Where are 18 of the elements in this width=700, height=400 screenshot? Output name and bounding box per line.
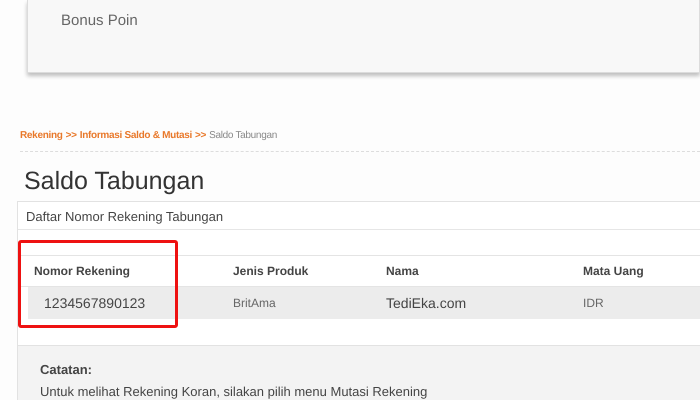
card-label: Bonus Poin [61, 11, 139, 31]
note-heading: Catatan: [40, 361, 94, 379]
breadcrumb-link[interactable]: Informasi Saldo & Mutasi [80, 128, 192, 143]
page-title: Saldo Tabungan [24, 166, 206, 196]
breadcrumb-link[interactable]: Rekening [20, 128, 63, 143]
column-header: Jenis Produk [233, 264, 308, 278]
table-cell: BritAma [233, 296, 276, 310]
column-header: Nama [386, 264, 419, 278]
table-cell: TediEka.com [386, 294, 466, 310]
table-cell: 1234567890123 [44, 294, 146, 310]
breadcrumb-current: Saldo Tabungan [209, 129, 277, 143]
breadcrumb-separator: >> [66, 129, 77, 143]
table-cell: IDR [583, 296, 604, 310]
breadcrumb-separator: >> [194, 129, 206, 143]
note-text: Untuk melihat Rekening Koran, silakan pilih menu Mutasi Rekening [40, 382, 428, 400]
column-header: Nomor Rekening [34, 264, 130, 278]
panel-title: Daftar Nomor Rekening Tabungan [18, 202, 700, 230]
column-header: Mata Uang [583, 264, 644, 278]
